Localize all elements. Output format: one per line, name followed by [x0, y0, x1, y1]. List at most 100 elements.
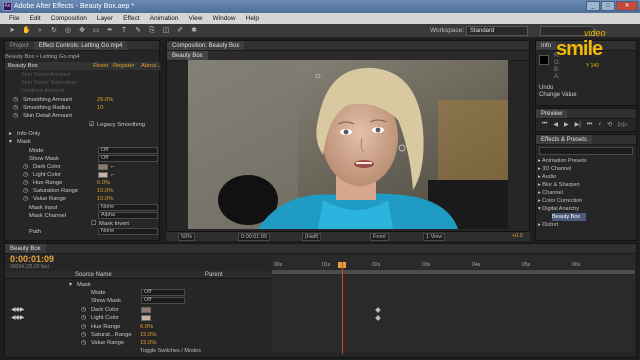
time-ruler[interactable]: 00s 01s 02s 03s 04s 05s 06s — [272, 256, 635, 270]
dark-color-swatch[interactable] — [141, 307, 151, 313]
eyedropper-icon[interactable]: ⌐ — [111, 171, 114, 179]
menu-edit[interactable]: Edit — [24, 13, 45, 24]
hue-range-value[interactable]: 6.0% — [97, 179, 110, 187]
list-item[interactable]: ▸ Channel — [538, 189, 636, 197]
zoom-dropdown[interactable]: 50% — [178, 233, 196, 241]
keyframe[interactable] — [375, 307, 381, 313]
stopwatch-icon[interactable]: ◷ — [13, 104, 18, 112]
tab-timeline[interactable]: Beauty Box — [5, 244, 46, 253]
list-item[interactable]: ▾ Digital Anarchy — [538, 205, 636, 213]
menu-view[interactable]: View — [184, 13, 208, 24]
tab-effects-presets[interactable]: Effects & Presets — [536, 135, 592, 144]
resolution-dropdown[interactable]: (Half) — [302, 233, 322, 241]
hue-range-value[interactable]: 6.0% — [140, 323, 153, 331]
stopwatch-icon[interactable]: ◷ — [23, 179, 28, 187]
tab-composition[interactable]: Composition: Beauty Box — [167, 41, 245, 50]
mode-dropdown[interactable]: Off — [141, 289, 185, 296]
puppet-tool-icon[interactable]: ✱ — [190, 27, 198, 35]
stopwatch-icon[interactable]: ◷ — [23, 195, 28, 203]
stopwatch-icon[interactable]: ◷ — [23, 163, 28, 171]
view-dropdown[interactable]: Front — [370, 233, 389, 241]
keyframe-nav-icon[interactable]: ◀◆▶ — [11, 306, 24, 314]
text-tool-icon[interactable]: T — [120, 27, 128, 35]
register-link[interactable]: Register — [113, 62, 135, 70]
prev-frame-icon[interactable]: ◀ — [553, 121, 558, 128]
reset-link[interactable]: Reset — [93, 62, 108, 70]
stopwatch-icon[interactable]: ◷ — [23, 187, 28, 195]
last-frame-icon[interactable]: ⏭ — [587, 121, 592, 128]
comp-subtab[interactable]: Beauty Box — [167, 51, 208, 60]
mode-dropdown[interactable]: Off — [98, 147, 158, 154]
playhead-line[interactable] — [342, 262, 343, 354]
keyframe[interactable] — [375, 315, 381, 321]
stopwatch-icon[interactable]: ◷ — [81, 331, 86, 339]
composition-viewer[interactable] — [188, 60, 508, 229]
mask-invert-checkbox[interactable]: ☐ — [91, 220, 96, 228]
zoom-tool-icon[interactable]: ⌕ — [36, 27, 44, 35]
list-item-selected[interactable]: Beauty Box — [552, 213, 586, 221]
menu-window[interactable]: Window — [208, 13, 241, 24]
workspace-select[interactable]: Standard — [466, 26, 528, 36]
stopwatch-icon[interactable]: ◷ — [13, 96, 18, 104]
effect-name[interactable]: Beauty Box — [8, 62, 38, 70]
mask-tool-icon[interactable]: ▭ — [92, 27, 100, 35]
clone-tool-icon[interactable]: ⎘ — [148, 27, 156, 35]
timeline-tracks[interactable] — [272, 275, 635, 352]
menu-effect[interactable]: Effect — [118, 13, 145, 24]
mask-input-dropdown[interactable]: None — [98, 204, 158, 211]
show-mask-dropdown[interactable]: Off — [98, 155, 158, 162]
timeline-timecode[interactable]: 0:00:01:09 — [10, 254, 54, 264]
ram-preview-icon[interactable]: ▷▷ — [618, 121, 627, 128]
list-item[interactable]: ▸ Color Correction — [538, 197, 636, 205]
hand-tool-icon[interactable]: ✋ — [22, 27, 31, 35]
chevron-down-icon[interactable]: ▾ — [69, 281, 72, 289]
tab-preview[interactable]: Preview — [536, 109, 568, 118]
value-range-value[interactable]: 15.0% — [97, 195, 113, 203]
next-frame-icon[interactable]: ▶| — [575, 121, 581, 128]
stopwatch-icon[interactable]: ◷ — [13, 112, 18, 120]
exposure-value[interactable]: +0.0 — [512, 233, 523, 239]
effects-search-input[interactable] — [539, 147, 633, 155]
maximize-button[interactable]: □ — [601, 1, 615, 11]
stopwatch-icon[interactable]: ◷ — [23, 171, 28, 179]
minimize-button[interactable]: _ — [586, 1, 600, 11]
toggle-switches-modes[interactable]: Toggle Switches / Modes — [140, 348, 201, 354]
list-item[interactable]: ▸ Animation Presets — [538, 157, 636, 165]
audio-icon[interactable]: ♪ — [598, 121, 601, 128]
mask-group-label[interactable]: Mask — [17, 138, 31, 146]
close-button[interactable]: ✕ — [616, 1, 638, 11]
roto-brush-tool-icon[interactable]: ✐ — [176, 27, 184, 35]
selection-tool-icon[interactable]: ➤ — [8, 27, 16, 35]
smoothing-radius-value[interactable]: 10 — [97, 104, 103, 112]
views-layout-dropdown[interactable]: 1 View — [423, 233, 446, 241]
brush-tool-icon[interactable]: ✎ — [134, 27, 142, 35]
saturation-range-value[interactable]: 15.0% — [140, 331, 156, 339]
menu-file[interactable]: File — [4, 13, 24, 24]
menu-animation[interactable]: Animation — [145, 13, 184, 24]
light-color-swatch[interactable] — [98, 172, 108, 178]
current-time-display[interactable]: 0:00:01:09 — [238, 233, 270, 241]
path-dropdown[interactable]: None — [98, 228, 158, 235]
tab-project[interactable]: Project — [5, 41, 34, 50]
dark-color-swatch[interactable] — [98, 164, 108, 170]
stopwatch-icon[interactable]: ◷ — [81, 339, 86, 347]
list-item[interactable]: ▸ 3D Channel — [538, 165, 636, 173]
menu-layer[interactable]: Layer — [92, 13, 118, 24]
pan-behind-tool-icon[interactable]: ✥ — [78, 27, 86, 35]
mask-group-label[interactable]: Mask — [77, 281, 91, 289]
tab-effect-controls[interactable]: Effect Controls: Letting Go.mp4 — [33, 41, 128, 50]
play-icon[interactable]: ▶ — [564, 121, 569, 128]
about-link[interactable]: About... — [141, 62, 161, 70]
stopwatch-icon[interactable]: ◷ — [81, 323, 86, 331]
list-item[interactable]: ▸ Distort — [538, 221, 636, 229]
mask-channel-dropdown[interactable]: Alpha — [98, 212, 158, 219]
rotate-tool-icon[interactable]: ↻ — [50, 27, 58, 35]
menu-help[interactable]: Help — [241, 13, 264, 24]
list-item[interactable]: ▸ Audio — [538, 173, 636, 181]
eraser-tool-icon[interactable]: ◫ — [162, 27, 170, 35]
chevron-down-icon[interactable]: ▾ — [9, 138, 12, 146]
loop-icon[interactable]: ⟲ — [607, 121, 612, 128]
camera-tool-icon[interactable]: ◎ — [64, 27, 72, 35]
legacy-smoothing-checkbox[interactable]: ☑ — [89, 121, 94, 129]
light-color-swatch[interactable] — [141, 315, 151, 321]
